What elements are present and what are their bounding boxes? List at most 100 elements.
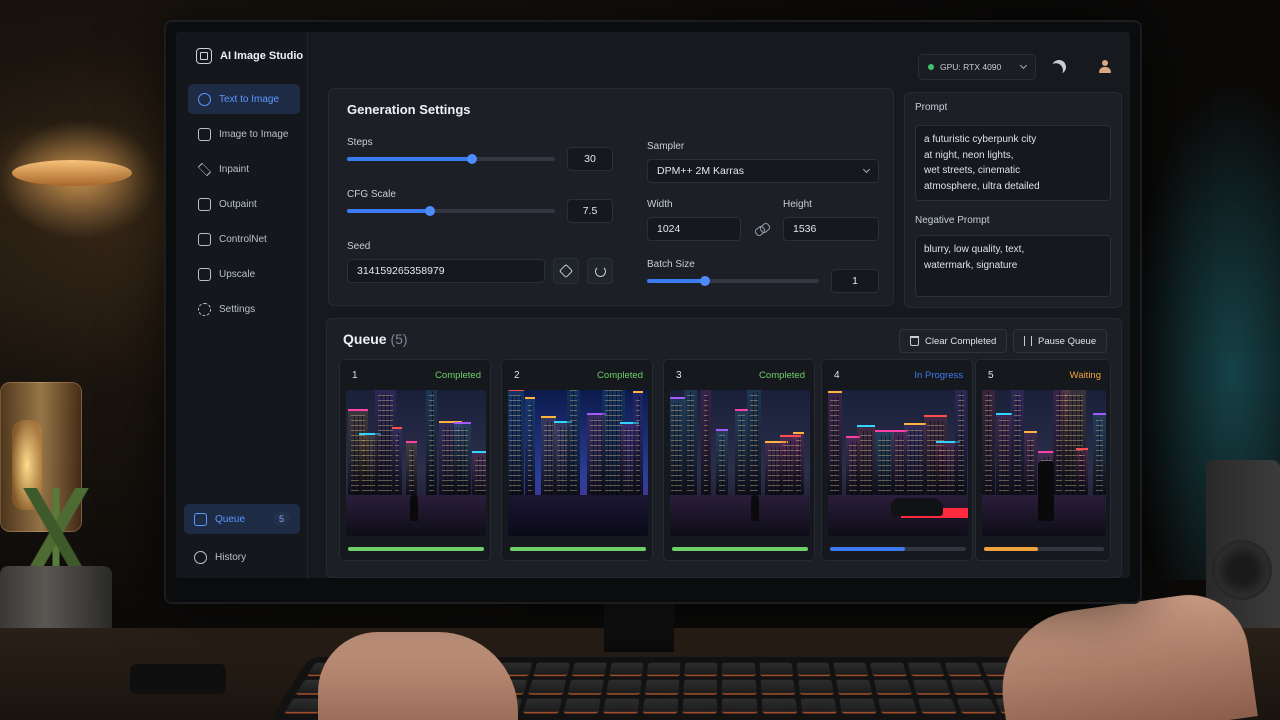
sidebar-item-text-to-image[interactable]: Text to Image xyxy=(188,84,300,114)
sidebar-bottom: Queue 5 History xyxy=(184,504,300,578)
building xyxy=(700,390,711,496)
progress-fill xyxy=(510,547,646,551)
cfg-label: CFG Scale xyxy=(347,189,396,200)
clear-completed-button[interactable]: Clear Completed xyxy=(899,329,1008,353)
panel-title: Generation Settings xyxy=(347,102,471,117)
brush-icon xyxy=(197,162,212,176)
status-badge: In Progress xyxy=(914,370,963,381)
gpu-status-dot xyxy=(928,64,934,70)
slider-thumb[interactable] xyxy=(425,206,436,216)
prompt-line: atmosphere, ultra detailed xyxy=(924,180,1040,192)
cfg-value[interactable]: 7.5 xyxy=(567,199,613,223)
street xyxy=(670,495,810,536)
building xyxy=(391,427,403,496)
building xyxy=(684,390,697,496)
negative-prompt-label: Negative Prompt xyxy=(915,215,990,226)
building xyxy=(1076,447,1089,496)
keyboard-key xyxy=(760,680,796,695)
queue-icon xyxy=(194,512,207,526)
building xyxy=(567,390,580,496)
building xyxy=(828,391,843,496)
building xyxy=(1093,413,1106,496)
keyboard-key xyxy=(796,662,831,677)
progress-bar xyxy=(510,547,646,551)
height-input[interactable]: 1536 xyxy=(783,217,879,241)
generation-settings-panel: Generation Settings Steps 30 CFG Scale 7… xyxy=(328,88,894,306)
link-icon[interactable] xyxy=(755,224,769,234)
queue-item[interactable]: 5 Waiting xyxy=(975,359,1111,561)
building xyxy=(793,432,805,496)
slider-thumb[interactable] xyxy=(700,276,711,286)
sidebar-item-image-to-image[interactable]: Image to Image xyxy=(188,119,300,149)
sidebar-item-upscale[interactable]: Upscale xyxy=(188,259,300,289)
gpu-selector[interactable]: GPU: RTX 4090 xyxy=(918,54,1036,80)
width-input[interactable]: 1024 xyxy=(647,217,741,241)
city-scene xyxy=(982,390,1106,536)
user-avatar-icon[interactable] xyxy=(1098,60,1112,74)
status-badge: Waiting xyxy=(1069,370,1101,381)
building xyxy=(405,440,418,496)
batch-size-slider[interactable] xyxy=(647,276,819,286)
cfg-slider[interactable] xyxy=(347,206,555,216)
slider-thumb[interactable] xyxy=(466,154,477,164)
dice-icon xyxy=(558,263,574,279)
building xyxy=(955,390,967,496)
keyboard-key xyxy=(870,662,907,677)
random-seed-button[interactable] xyxy=(553,258,579,284)
keyboard-key xyxy=(836,680,873,695)
sidebar-item-label: Inpaint xyxy=(219,163,250,175)
status-badge: Completed xyxy=(435,370,481,381)
building xyxy=(982,390,996,496)
queue-item-number: 5 xyxy=(988,370,994,381)
keyboard-key xyxy=(567,680,604,695)
sidebar-item-controlnet[interactable]: ControlNet xyxy=(188,224,300,254)
width-label: Width xyxy=(647,199,673,210)
keyboard-key xyxy=(907,662,945,677)
reuse-seed-button[interactable] xyxy=(587,258,613,284)
queue-item-number: 1 xyxy=(352,370,358,381)
keyboard-key xyxy=(646,662,681,677)
queue-item[interactable]: 2 Completed xyxy=(501,359,653,561)
sampler-value: DPM++ 2M Karras xyxy=(657,165,744,177)
queue-item[interactable]: 4 In Progress xyxy=(821,359,973,561)
progress-fill xyxy=(984,547,1038,551)
sampler-select[interactable]: DPM++ 2M Karras xyxy=(647,159,879,183)
pause-queue-button[interactable]: Pause Queue xyxy=(1013,329,1108,353)
sidebar-item-inpaint[interactable]: Inpaint xyxy=(188,154,300,184)
queue-title: Queue (5) xyxy=(343,331,408,347)
sidebar-item-outpaint[interactable]: Outpaint xyxy=(188,189,300,219)
prompt-line: a futuristic cyberpunk city xyxy=(924,134,1037,145)
negative-prompt-textarea[interactable]: blurry, low quality, text, watermark, si… xyxy=(915,235,1111,297)
steps-value[interactable]: 30 xyxy=(567,147,613,171)
queue-title-text: Queue xyxy=(343,331,387,347)
sidebar-item-label: Text to Image xyxy=(219,93,280,105)
negative-prompt-line: blurry, low quality, text, xyxy=(924,244,1025,255)
car-silhouette xyxy=(891,497,943,516)
building xyxy=(1010,390,1024,496)
desk-lamp xyxy=(12,160,132,186)
queue-count-badge: 5 xyxy=(272,512,290,526)
batch-size-value[interactable]: 1 xyxy=(831,269,879,293)
pause-icon xyxy=(1024,336,1032,346)
building xyxy=(670,397,685,496)
sidebar-item-settings[interactable]: Settings xyxy=(188,294,300,324)
progress-bar xyxy=(348,547,484,551)
keyboard-key xyxy=(528,680,566,695)
queue-item[interactable]: 1 Completed xyxy=(339,359,491,561)
gpu-label: GPU: RTX 4090 xyxy=(940,62,1002,72)
sidebar-item-label: Settings xyxy=(219,303,256,315)
sidebar-item-queue[interactable]: Queue 5 xyxy=(184,504,300,534)
moon-icon[interactable] xyxy=(1050,58,1068,76)
height-label: Height xyxy=(783,199,812,210)
queue-item[interactable]: 3 Completed xyxy=(663,359,815,561)
negative-prompt-line: watermark, signature xyxy=(924,259,1018,271)
clock-icon xyxy=(194,550,207,564)
sidebar-item-history[interactable]: History xyxy=(184,542,300,572)
seed-input[interactable]: 314159265358979 xyxy=(347,259,545,283)
keyboard-key xyxy=(606,680,642,695)
keyboard-key xyxy=(602,698,640,714)
keyboard-key xyxy=(563,698,601,714)
steps-slider[interactable] xyxy=(347,154,555,164)
progress-fill xyxy=(830,547,905,551)
prompt-textarea[interactable]: a futuristic cyberpunk city at night, ne… xyxy=(915,125,1111,201)
